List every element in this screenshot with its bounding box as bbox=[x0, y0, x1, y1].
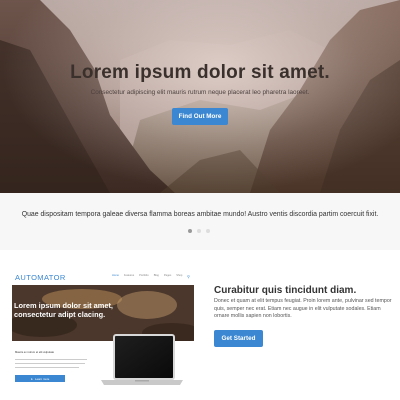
preview-text-line bbox=[15, 359, 87, 360]
preview-nav-link: Shop bbox=[176, 274, 183, 277]
preview-button-label: Learn more bbox=[35, 376, 50, 381]
hero-section: Lorem ipsum dolor sit amet. Consectetur … bbox=[0, 0, 400, 193]
laptop-icon bbox=[101, 334, 183, 385]
preview-search-icon: ⚲ bbox=[187, 274, 190, 279]
preview-nav-link: Blog bbox=[153, 274, 159, 277]
preview-nav-link: Pages bbox=[163, 274, 172, 277]
preview-arrow-icon: ➤ bbox=[30, 376, 34, 381]
slider-dot-2[interactable] bbox=[197, 229, 201, 233]
hero-title: Lorem ipsum dolor sit amet. bbox=[70, 62, 330, 83]
preview-hero-line: consectetur adipt clacing. bbox=[14, 310, 106, 319]
preview-hero: Lorem ipsum dolor sit amet, consectetur … bbox=[12, 285, 194, 341]
preview-nav-link: Home bbox=[112, 274, 119, 277]
preview-navbar: AUTOMATOR Home Features Portfolio Blog P… bbox=[12, 271, 194, 285]
get-started-button[interactable]: Get Started bbox=[214, 330, 263, 347]
preview-nav-link: Portfolio bbox=[139, 274, 149, 277]
preview-content-heading: Mauris ex rutrum et elit vulputate bbox=[15, 351, 54, 354]
preview-learn-more-button: ➤ Learn more bbox=[15, 375, 65, 382]
slider-pagination bbox=[188, 229, 210, 233]
feature-title: Curabitur quis tincidunt diam. bbox=[214, 285, 357, 296]
slider-dot-3[interactable] bbox=[206, 229, 210, 233]
preview-hero-line: Lorem ipsum dolor sit amet, bbox=[14, 301, 113, 310]
hero-subtitle: Consectetur adipiscing elit mauris rutru… bbox=[90, 89, 310, 96]
feature-description: Donec et quam at elit tempus feugiat. Pr… bbox=[214, 298, 392, 320]
testimonial-strip: Quae dispositam tempora galeae diversa f… bbox=[0, 193, 400, 250]
preview-text-line bbox=[15, 363, 85, 364]
hero-haze-overlay bbox=[0, 0, 400, 193]
slider-dot-1[interactable] bbox=[188, 229, 192, 233]
preview-nav-link: Features bbox=[123, 274, 135, 277]
preview-nav-links: Home Features Portfolio Blog Pages Shop bbox=[112, 274, 182, 277]
preview-text-line bbox=[15, 367, 79, 368]
testimonial-text: Quae dispositam tempora galeae diversa f… bbox=[21, 211, 379, 218]
find-out-more-button[interactable]: Find Out More bbox=[172, 108, 228, 125]
preview-logo: AUTOMATOR bbox=[15, 273, 66, 282]
preview-hero-title: Lorem ipsum dolor sit amet, consectetur … bbox=[14, 301, 124, 319]
